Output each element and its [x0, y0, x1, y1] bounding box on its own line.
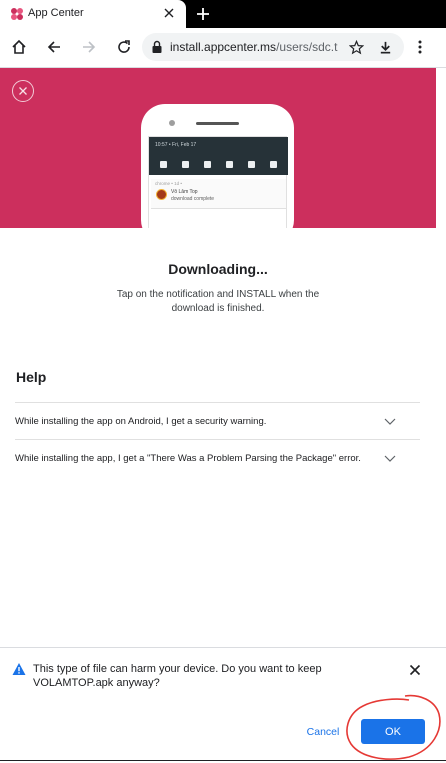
- tab-title: App Center: [28, 7, 84, 19]
- phone-speaker: [196, 122, 239, 125]
- url-text[interactable]: install.appcenter.ms/users/sdc.t: [170, 40, 340, 54]
- download-warning-bar: This type of file can harm your device. …: [0, 647, 446, 763]
- download-notification: chrome • 1d • Vô Lâm Top download comple…: [151, 179, 286, 209]
- help-item-security-warning[interactable]: While installing the app on Android, I g…: [15, 402, 420, 439]
- home-icon[interactable]: [9, 37, 29, 57]
- bottom-divider: [0, 760, 446, 761]
- help-item-label: While installing the app on Android, I g…: [15, 416, 267, 427]
- notification-title: Vô Lâm Top: [171, 189, 198, 195]
- more-menu-icon[interactable]: [410, 37, 430, 57]
- notification-shade: 10:57 • Fri, Feb 17: [149, 137, 288, 175]
- wifi-icon: [160, 160, 168, 168]
- warning-icon: [12, 663, 26, 675]
- quick-settings-icons: [153, 159, 284, 169]
- hero-banner: 10:57 • Fri, Feb 17 chrome • 1d • Vô Lâm…: [0, 68, 436, 228]
- tab-strip: App Center: [0, 0, 446, 28]
- download-icon[interactable]: [376, 38, 394, 56]
- address-bar[interactable]: install.appcenter.ms/users/sdc.t: [142, 33, 404, 61]
- flashlight-icon: [247, 160, 255, 168]
- url-host: install.appcenter.ms: [170, 40, 277, 54]
- tab-close-icon[interactable]: [161, 5, 177, 21]
- rotate-icon: [269, 160, 277, 168]
- back-icon[interactable]: [44, 37, 64, 57]
- download-warning-message: This type of file can harm your device. …: [33, 663, 322, 689]
- chevron-down-icon[interactable]: [384, 416, 396, 426]
- browser-toolbar: install.appcenter.ms/users/sdc.t: [0, 28, 446, 68]
- lock-icon[interactable]: [151, 40, 163, 54]
- signal-icon: [182, 160, 190, 168]
- phone-camera: [169, 120, 175, 126]
- forward-icon[interactable]: [79, 37, 99, 57]
- dnd-icon: [225, 160, 233, 168]
- close-icon[interactable]: [408, 663, 422, 677]
- url-path: /users/sdc.t: [276, 40, 338, 54]
- battery-icon: [204, 160, 212, 168]
- notification-subtitle: download complete: [171, 196, 215, 202]
- browser-window: App Center install.appcenter.ms/users/sd…: [0, 0, 446, 763]
- new-tab-icon[interactable]: [194, 5, 212, 23]
- help-item-label: While installing the app, I get a "There…: [15, 453, 361, 464]
- help-item-parsing-error[interactable]: While installing the app, I get a "There…: [15, 439, 420, 476]
- reload-icon[interactable]: [114, 37, 134, 57]
- close-icon[interactable]: [12, 80, 34, 102]
- notification-app-icon: [156, 189, 167, 200]
- shade-time: 10:57 • Fri, Feb 17: [155, 142, 197, 148]
- tab-app-center[interactable]: App Center: [0, 0, 186, 28]
- notification-app: chrome • 1d •: [155, 181, 182, 186]
- downloading-title: Downloading...: [168, 261, 268, 277]
- chevron-down-icon[interactable]: [384, 453, 396, 463]
- ok-button[interactable]: OK: [361, 719, 425, 744]
- help-heading: Help: [16, 369, 47, 385]
- downloading-description: Tap on the notification and INSTALL when…: [116, 289, 320, 314]
- cancel-button[interactable]: Cancel: [300, 722, 346, 742]
- app-center-favicon-icon: [11, 8, 23, 20]
- phone-illustration: 10:57 • Fri, Feb 17 chrome • 1d • Vô Lâm…: [141, 104, 294, 228]
- bookmark-star-icon[interactable]: [347, 38, 365, 56]
- phone-screen: 10:57 • Fri, Feb 17 chrome • 1d • Vô Lâm…: [148, 136, 288, 228]
